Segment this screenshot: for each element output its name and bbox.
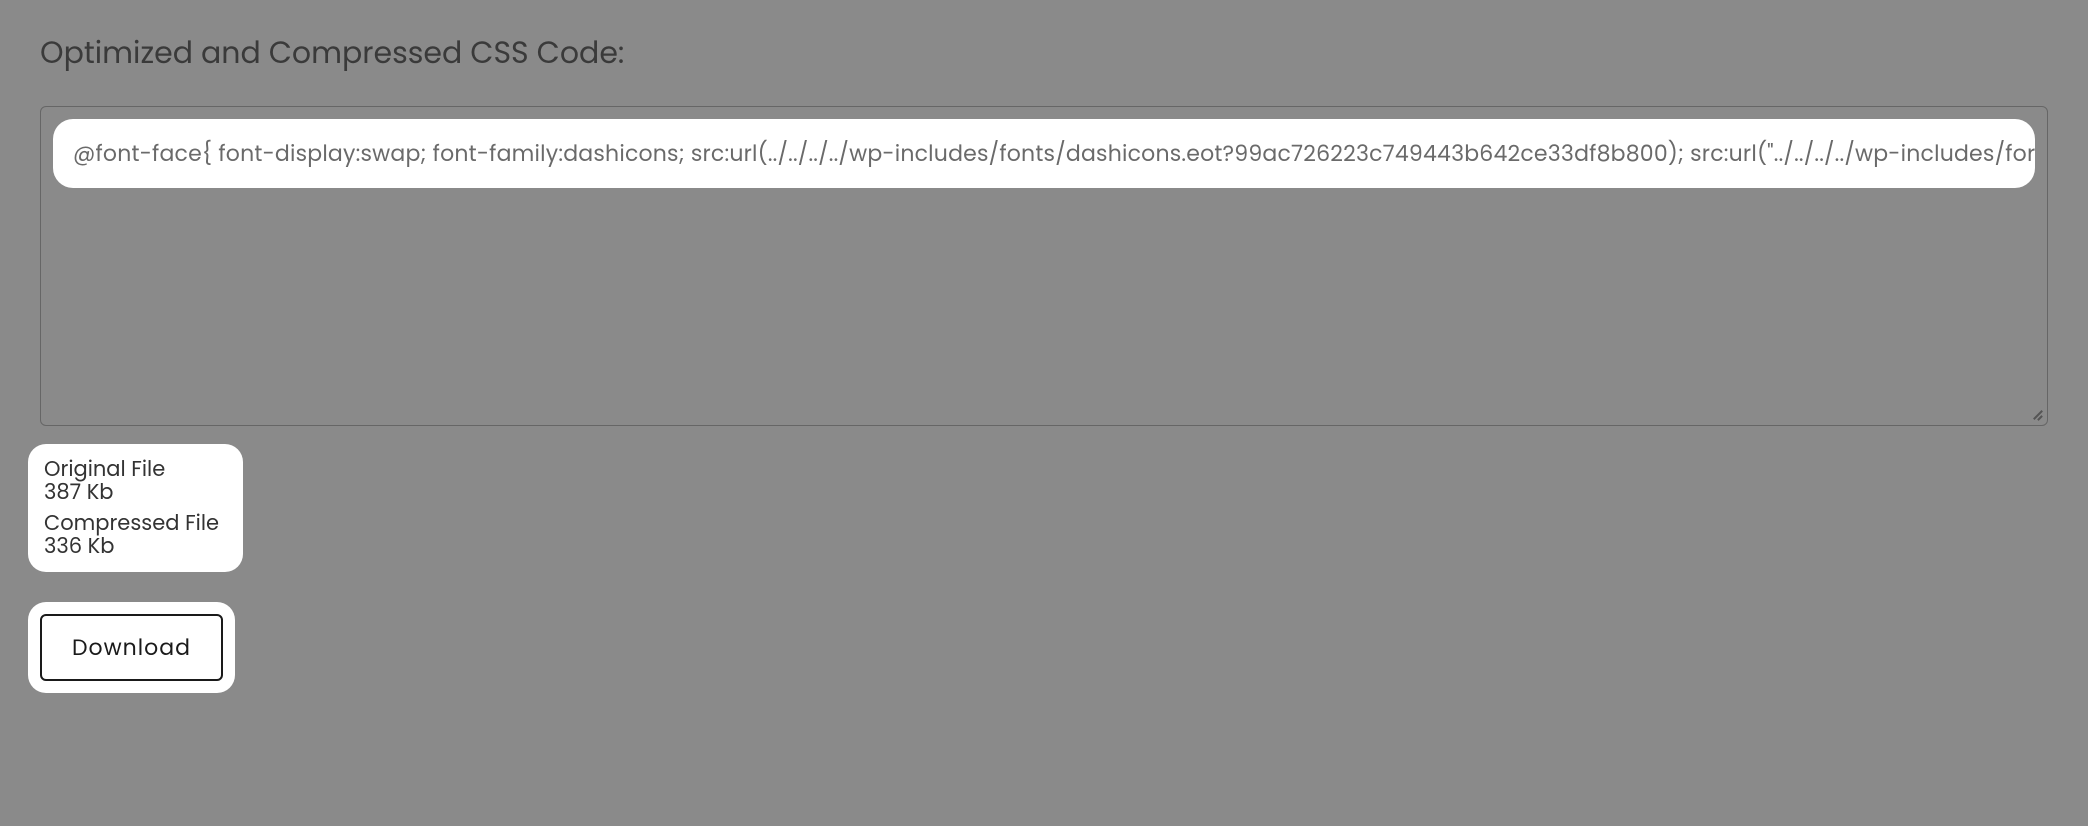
compressed-file-info: Compressed File 336 Kb [44, 512, 219, 558]
code-output-container[interactable]: @font-face{ font-display:swap; font-fami… [40, 106, 2048, 426]
resize-handle-icon[interactable] [2027, 405, 2043, 421]
section-title: Optimized and Compressed CSS Code: [40, 30, 2048, 76]
download-wrapper: Download [28, 602, 235, 693]
original-file-size: 387 Kb [44, 481, 219, 504]
original-file-info: Original File 387 Kb [44, 458, 219, 504]
file-info-panel: Original File 387 Kb Compressed File 336… [28, 444, 243, 572]
code-output-text[interactable]: @font-face{ font-display:swap; font-fami… [53, 119, 2035, 188]
compressed-file-size: 336 Kb [44, 535, 219, 558]
download-button[interactable]: Download [40, 614, 223, 681]
